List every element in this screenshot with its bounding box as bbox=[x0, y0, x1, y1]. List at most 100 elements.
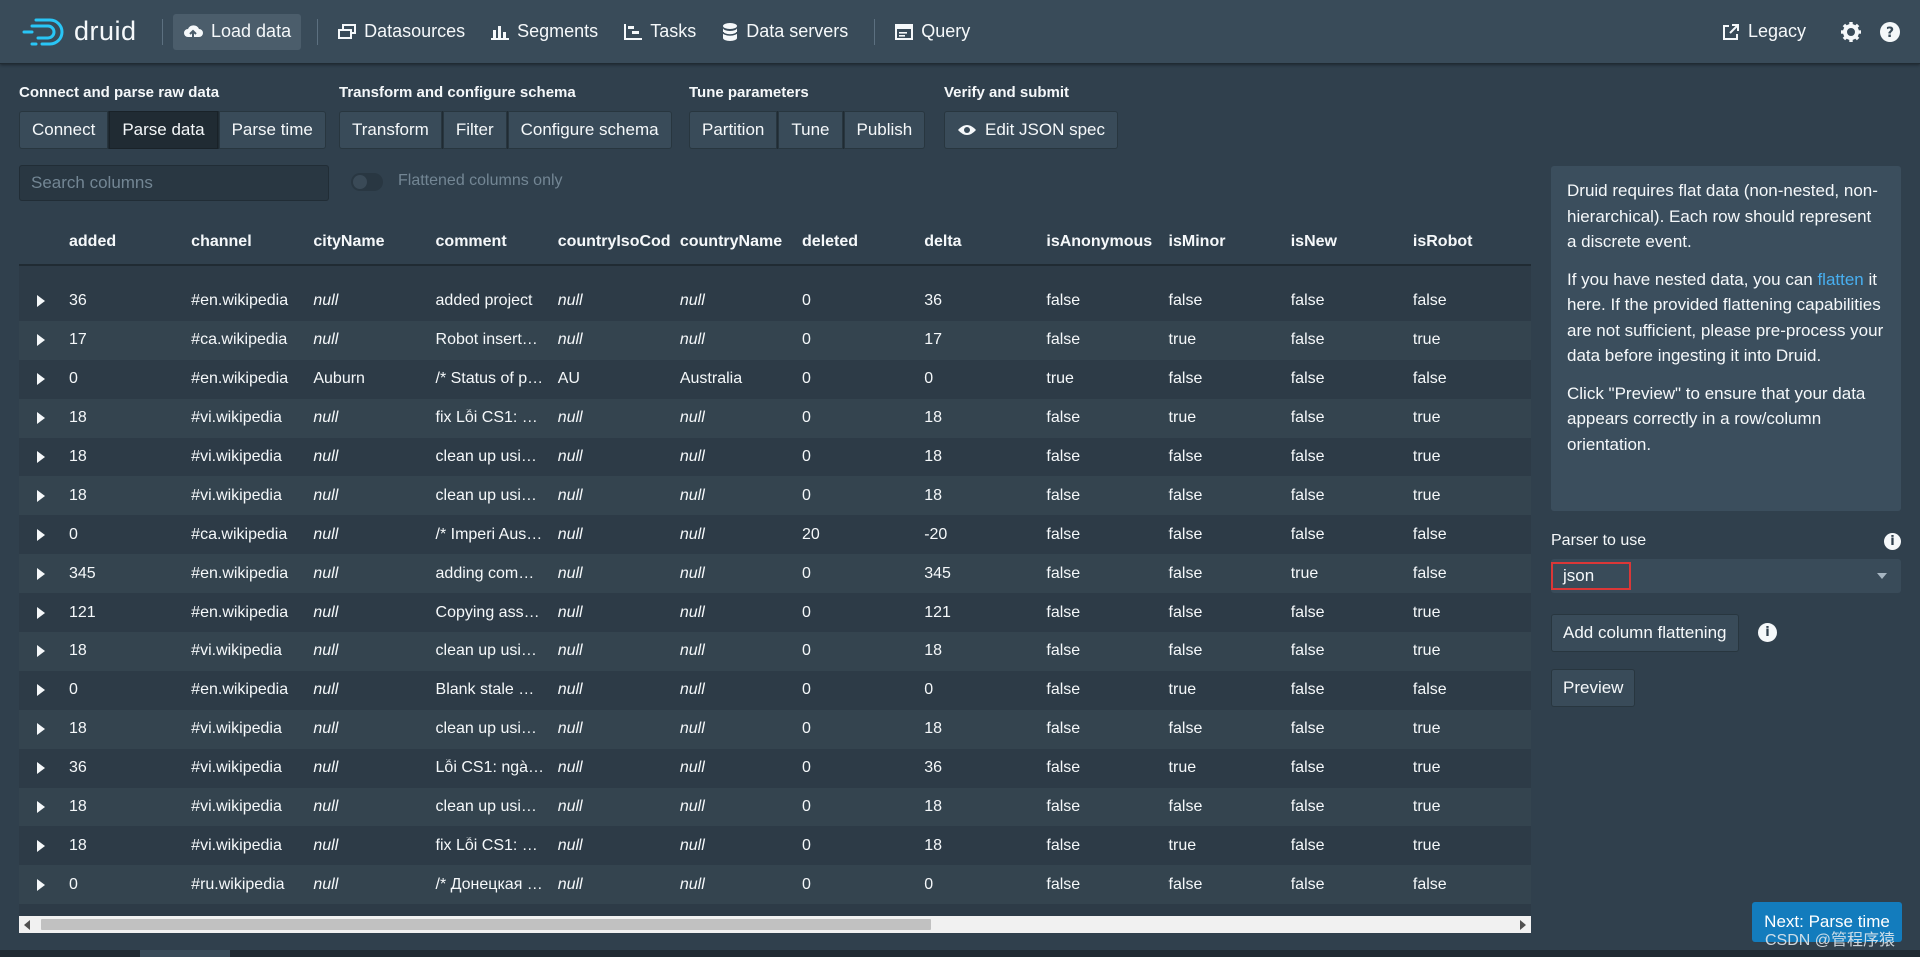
table-row[interactable]: 18 #vi.wikipedia null fix Lỗi CS1: n… null nu… bbox=[19, 398, 1531, 438]
scrollbar-thumb[interactable] bbox=[41, 919, 931, 930]
column-header[interactable]: countryIsoCod bbox=[554, 233, 676, 251]
expand-row-button[interactable] bbox=[19, 528, 65, 541]
table-cell: true bbox=[1412, 759, 1441, 777]
step-publish-button[interactable]: Publish bbox=[843, 111, 926, 149]
table-cell: added project bbox=[435, 292, 533, 310]
expand-row-button[interactable] bbox=[19, 801, 65, 814]
flatten-link[interactable]: flatten bbox=[1817, 270, 1863, 289]
table-row[interactable]: 36 #vi.wikipedia null Lỗi CS1: ngày… null nul… bbox=[19, 748, 1531, 788]
step-parse-data-button[interactable]: Parse data bbox=[109, 111, 219, 149]
table-row[interactable]: 18 #vi.wikipedia null clean up usin… null nul… bbox=[19, 709, 1531, 749]
table-cell: 18 bbox=[69, 798, 87, 816]
table-row[interactable]: 36 #en.wikipedia null added project null null… bbox=[19, 282, 1531, 321]
table-row[interactable]: 18 #vi.wikipedia null fix Lỗi CS1: n… null nu… bbox=[19, 826, 1531, 866]
expand-row-button[interactable] bbox=[19, 489, 65, 502]
nav-tasks[interactable]: Tasks bbox=[614, 14, 706, 50]
table-cell: 18 bbox=[69, 642, 87, 660]
nav-data-servers[interactable]: Data servers bbox=[712, 14, 858, 50]
table-cell: false bbox=[1046, 681, 1081, 699]
search-columns-input[interactable] bbox=[19, 165, 329, 201]
table-cell: false bbox=[1046, 720, 1081, 738]
nav-legacy[interactable]: Legacy bbox=[1712, 14, 1816, 50]
expand-row-button[interactable] bbox=[19, 334, 65, 347]
table-cell: null bbox=[557, 681, 583, 699]
table-row[interactable]: 0 #ru.wikipedia null /* Донецкая … null null 0… bbox=[19, 865, 1531, 905]
table-row[interactable]: 345 #en.wikipedia null adding com… null null 0… bbox=[19, 554, 1531, 594]
column-header[interactable]: delta bbox=[920, 233, 1042, 251]
step-edit-json-spec-button[interactable]: Edit JSON spec bbox=[944, 111, 1118, 149]
table-cell: adding com… bbox=[435, 564, 535, 582]
step-partition-button[interactable]: Partition bbox=[689, 111, 779, 149]
column-header[interactable]: channel bbox=[187, 233, 309, 251]
table-cell: 0 bbox=[802, 642, 811, 660]
table-row[interactable]: 18 #vi.wikipedia null clean up usin… null nul… bbox=[19, 632, 1531, 671]
nav-segments[interactable]: Segments bbox=[481, 14, 608, 50]
parser-select[interactable]: json bbox=[1551, 559, 1901, 593]
expand-row-button[interactable] bbox=[19, 606, 65, 619]
druid-logo[interactable]: druid bbox=[22, 16, 152, 47]
table-row[interactable]: 121 #en.wikipedia null Copying asse… null nul… bbox=[19, 593, 1531, 633]
expand-row-button[interactable] bbox=[19, 373, 65, 386]
table-cell: false bbox=[1290, 370, 1325, 388]
expand-row-button[interactable] bbox=[19, 412, 65, 425]
settings-button[interactable] bbox=[1840, 21, 1862, 43]
column-header[interactable]: countryName bbox=[676, 233, 798, 251]
callout-paragraph: Click "Preview" to ensure that your data… bbox=[1567, 383, 1866, 454]
table-cell: null bbox=[313, 642, 339, 660]
nav-datasources[interactable]: Datasources bbox=[328, 14, 475, 50]
horizontal-scrollbar[interactable] bbox=[19, 916, 1531, 933]
table-cell: true bbox=[1046, 370, 1074, 388]
expand-row-button[interactable] bbox=[19, 762, 65, 775]
step-filter-button[interactable]: Filter bbox=[442, 111, 508, 149]
table-row[interactable]: 0 #ca.wikipedia null /* Imperi Aus… null null… bbox=[19, 515, 1531, 555]
step-tune-button[interactable]: Tune bbox=[778, 111, 844, 149]
table-row[interactable]: 18 #vi.wikipedia null clean up usin… null nul… bbox=[19, 437, 1531, 477]
expand-row-button[interactable] bbox=[19, 451, 65, 463]
column-header[interactable]: isAnonymous bbox=[1042, 233, 1164, 251]
step-connect-button[interactable]: Connect bbox=[19, 111, 110, 149]
step-configure-schema-button[interactable]: Configure schema bbox=[507, 111, 672, 149]
step-parse-time-button[interactable]: Parse time bbox=[218, 111, 326, 149]
watermark-text: CSDN @管程序猿 bbox=[1765, 932, 1896, 949]
table-cell: /* Imperi Aus… bbox=[435, 525, 543, 543]
flattened-columns-toggle[interactable] bbox=[351, 173, 383, 191]
table-cell: false bbox=[1046, 292, 1081, 310]
info-sign-icon[interactable]: i bbox=[1758, 623, 1777, 642]
expand-row-button[interactable] bbox=[19, 567, 65, 580]
step-button-group: Connect Parse data Parse time bbox=[19, 111, 326, 149]
table-cell: true bbox=[1412, 486, 1441, 504]
scroll-right-icon[interactable] bbox=[1520, 920, 1526, 930]
column-header[interactable]: deleted bbox=[798, 233, 920, 251]
nav-load-data[interactable]: Load data bbox=[173, 13, 302, 50]
column-header[interactable]: isNew bbox=[1287, 233, 1409, 251]
table-cell: #ca.wikipedia bbox=[191, 525, 288, 543]
table-row[interactable]: 0 #en.wikipedia Auburn /* Status of p… AU Aus… bbox=[19, 359, 1531, 399]
table-row[interactable]: 17 #ca.wikipedia null Robot inserta… null nul… bbox=[19, 320, 1531, 360]
preview-button[interactable]: Preview bbox=[1551, 669, 1636, 707]
table-row[interactable]: 18 #vi.wikipedia null clean up usin… null nul… bbox=[19, 787, 1531, 827]
step-title: Tune parameters bbox=[689, 84, 809, 101]
expand-row-button[interactable] bbox=[19, 295, 65, 308]
expand-row-button[interactable] bbox=[19, 723, 65, 736]
column-header[interactable]: isRobot bbox=[1409, 233, 1531, 251]
info-sign-icon[interactable]: i bbox=[1884, 532, 1901, 550]
table-cell: 0 bbox=[802, 798, 811, 816]
table-cell: 18 bbox=[69, 720, 87, 738]
step-transform-button[interactable]: Transform bbox=[339, 111, 443, 149]
column-header[interactable]: cityName bbox=[309, 233, 431, 251]
expand-row-button[interactable] bbox=[19, 684, 65, 697]
caret-right-icon bbox=[37, 567, 45, 580]
column-header[interactable]: added bbox=[65, 233, 187, 251]
column-header[interactable]: comment bbox=[432, 233, 554, 251]
nav-query[interactable]: Query bbox=[885, 14, 980, 50]
column-header[interactable]: isMinor bbox=[1165, 233, 1287, 251]
expand-row-button[interactable] bbox=[19, 839, 65, 852]
expand-row-button[interactable] bbox=[19, 878, 65, 891]
table-row[interactable]: 0 #en.wikipedia null Blank stale w… null null… bbox=[19, 670, 1531, 710]
help-button[interactable]: ? bbox=[1880, 21, 1900, 42]
table-row[interactable]: 18 #vi.wikipedia null clean up usin… null nul… bbox=[19, 476, 1531, 516]
expand-row-button[interactable] bbox=[19, 645, 65, 658]
add-column-flattening-button[interactable]: Add column flattening bbox=[1551, 614, 1739, 652]
parser-label-row: Parser to use i bbox=[1551, 532, 1901, 550]
scroll-left-icon[interactable] bbox=[24, 920, 30, 930]
